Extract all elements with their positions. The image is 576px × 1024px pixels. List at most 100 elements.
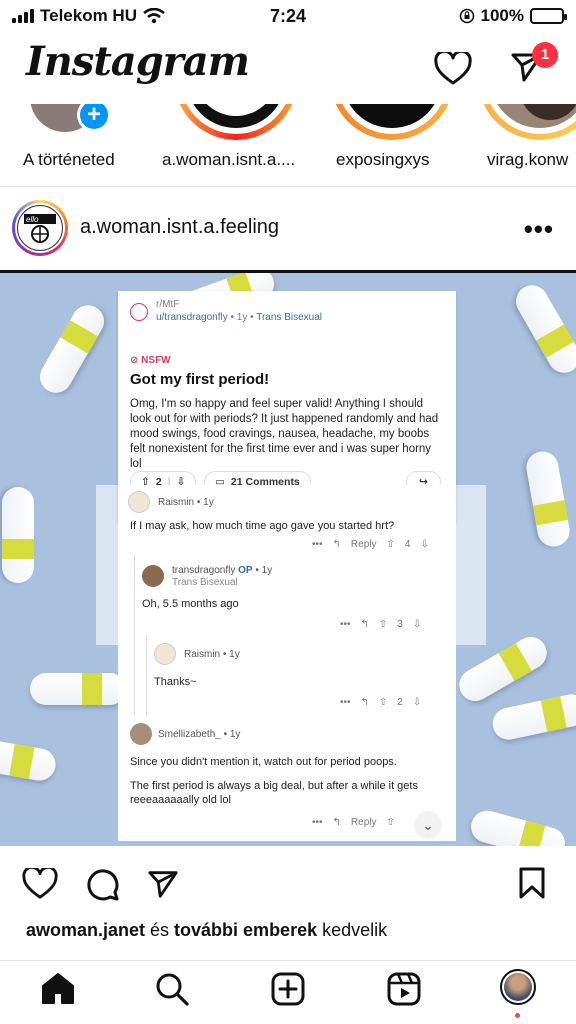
subreddit-name: r/MtF xyxy=(156,299,180,310)
commenter-avatar xyxy=(142,565,164,587)
op-badge: OP xyxy=(238,565,253,576)
nsfw-badge: ⊘ NSFW xyxy=(130,355,171,366)
share-send-icon[interactable] xyxy=(146,868,180,900)
likes-line[interactable]: awoman.janet és további emberek kedvelik xyxy=(26,920,387,941)
reply-icon: ↰ xyxy=(360,697,369,708)
divider xyxy=(0,186,576,187)
post-author: u/transdragonfly xyxy=(156,312,228,323)
tampon-decoration xyxy=(489,691,576,743)
story-ring xyxy=(478,104,576,140)
thread-line xyxy=(134,555,135,635)
messages-badge: 1 xyxy=(532,42,558,68)
like-heart-icon[interactable] xyxy=(22,868,58,900)
downvote-icon: ⇩ xyxy=(412,697,422,708)
post-header: ello a.woman.isnt.a.feeling ••• xyxy=(0,196,576,262)
battery-icon xyxy=(530,8,567,24)
liker-others[interactable]: további emberek xyxy=(174,920,317,940)
post-author-avatar[interactable]: ello xyxy=(12,200,68,256)
plus-icon: + xyxy=(80,104,108,129)
more-icon: ••• xyxy=(340,619,351,630)
svg-text:ello: ello xyxy=(26,215,39,224)
heart-icon[interactable] xyxy=(434,52,472,86)
commenter-avatar xyxy=(128,491,150,513)
comment-text: The first period is always a big deal, b… xyxy=(130,780,418,806)
tampon-decoration xyxy=(523,448,573,550)
story-label: a.woman.isnt.a.... xyxy=(162,150,296,169)
more-icon: ••• xyxy=(340,697,351,708)
comment-bubble-icon[interactable] xyxy=(84,866,120,902)
tampon-decoration xyxy=(467,807,569,846)
subreddit-icon xyxy=(130,303,148,321)
commenter-flair: Trans Bisexual xyxy=(172,577,238,588)
add-story-button[interactable]: + xyxy=(77,104,111,132)
reels-icon[interactable] xyxy=(386,971,422,1007)
commenter-name: Raismin • 1y xyxy=(184,649,240,660)
more-icon: ••• xyxy=(312,817,323,828)
reply-icon: ↰ xyxy=(360,619,369,630)
more-icon: ••• xyxy=(312,539,323,550)
pronouns-logo-icon: ello xyxy=(17,205,63,251)
commenter-name: Smellizabeth_ • 1y xyxy=(158,729,241,740)
profile-avatar[interactable] xyxy=(500,969,536,1005)
stories-tray: + A történeted a.woman.isnt.a.... exposi… xyxy=(0,104,576,184)
comment-text: Oh, 5.5 months ago xyxy=(142,598,239,610)
author-flair: Trans Bisexual xyxy=(256,312,322,323)
more-options-icon[interactable]: ••• xyxy=(524,214,554,245)
commenter-name: Raismin • 1y xyxy=(158,497,214,508)
comment: Smellizabeth_ • 1y Since you didn't ment… xyxy=(118,715,456,841)
story-label: A történeted xyxy=(23,150,115,169)
story-label: virag.konw xyxy=(487,150,569,169)
tampon-decoration xyxy=(30,673,126,705)
upvote-icon: ⇧ xyxy=(378,697,388,708)
comment-actions: ••• ↰ Reply ⇧ 4 ⇩ xyxy=(312,539,429,550)
commenter-avatar xyxy=(154,643,176,665)
post-author-line: u/transdragonfly • 1y • Trans Bisexual xyxy=(156,312,322,323)
reply-icon: ↰ xyxy=(332,817,341,828)
thread-line xyxy=(134,635,135,715)
downvote-icon: ⇩ xyxy=(420,539,429,550)
comment-actions: ••• ↰ ⇧ 2 ⇩ xyxy=(340,697,422,708)
comment: transdragonfly OP • 1y Trans Bisexual Oh… xyxy=(118,555,456,635)
comment: Raismin • 1y If I may ask, how much time… xyxy=(118,485,456,555)
upvote-icon: ⇧ xyxy=(386,539,395,550)
commenter-name-line: transdragonfly OP • 1y xyxy=(172,565,273,576)
bookmark-icon[interactable] xyxy=(518,866,546,900)
comment-actions: ••• ↰ Reply ⇧ xyxy=(312,817,395,828)
reddit-post-body: Omg, I'm so happy and feel super valid! … xyxy=(130,398,439,470)
rotation-lock-icon xyxy=(459,8,474,24)
story-ring xyxy=(330,104,454,140)
tampon-decoration xyxy=(34,299,110,399)
upvote-icon: ⇧ xyxy=(386,817,395,828)
reply-label: Reply xyxy=(350,817,377,828)
story-label: exposingxys xyxy=(336,150,430,169)
chevron-down-icon[interactable]: ⌄ xyxy=(414,811,442,839)
reddit-post-title: Got my first period! xyxy=(130,371,270,388)
comment-text: Thanks~ xyxy=(154,676,197,688)
tampon-decoration xyxy=(510,279,576,379)
story-ring xyxy=(174,104,298,140)
bottom-nav xyxy=(0,960,576,1024)
home-icon[interactable] xyxy=(40,971,76,1005)
direct-messages-button[interactable]: 1 xyxy=(510,42,558,89)
status-bar: Telekom HU 7:24 100% xyxy=(0,0,576,34)
reply-label: Reply xyxy=(350,539,377,550)
app-header: Instagram 1 xyxy=(0,34,576,104)
tampon-decoration xyxy=(0,734,59,784)
comment-text: Since you didn't mention it, watch out f… xyxy=(130,756,397,768)
commenter-avatar xyxy=(130,723,152,745)
liker-username[interactable]: awoman.janet xyxy=(26,920,145,940)
tampon-decoration xyxy=(2,487,34,583)
battery-percent: 100% xyxy=(480,6,524,25)
notification-dot xyxy=(515,1013,520,1018)
comment: Raismin • 1y Thanks~ ••• ↰ ⇧ 2 ⇩ xyxy=(118,635,456,715)
reply-icon: ↰ xyxy=(332,539,341,550)
downvote-icon: ⇩ xyxy=(412,619,422,630)
post-actions xyxy=(0,862,576,906)
search-icon[interactable] xyxy=(154,971,190,1007)
create-post-icon[interactable] xyxy=(270,971,306,1007)
post-image[interactable]: r/MtF u/transdragonfly • 1y • Trans Bise… xyxy=(0,270,576,846)
instagram-logo[interactable]: Instagram xyxy=(26,38,250,85)
upvote-icon: ⇧ xyxy=(378,619,388,630)
comment-actions: ••• ↰ ⇧ 3 ⇩ xyxy=(340,619,422,630)
post-author-username[interactable]: a.woman.isnt.a.feeling xyxy=(80,216,279,239)
